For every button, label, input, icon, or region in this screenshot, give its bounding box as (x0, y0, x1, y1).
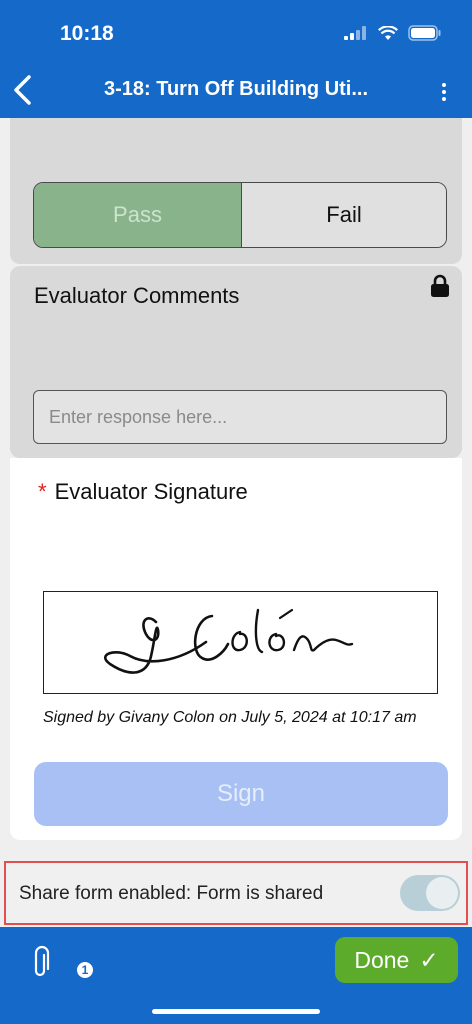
paperclip-icon (34, 945, 50, 977)
fail-option[interactable]: Fail (241, 183, 446, 247)
status-time: 10:18 (60, 22, 114, 45)
comments-title: Evaluator Comments (34, 283, 240, 308)
share-form-row: Share form enabled: Form is shared (4, 861, 468, 925)
signature-title: * Evaluator Signature (38, 479, 248, 505)
sign-button[interactable]: Sign (34, 762, 448, 826)
done-label: Done (354, 946, 410, 973)
attachment-count-badge: 1 (77, 962, 93, 978)
checkmark-icon: ✓ (419, 946, 439, 973)
more-dot-icon (442, 83, 446, 87)
back-button[interactable] (10, 72, 40, 108)
required-marker: * (38, 479, 47, 504)
bottom-toolbar: 1 Done ✓ (0, 927, 472, 1024)
share-form-toggle[interactable] (400, 875, 460, 911)
page-title: 3-18: Turn Off Building Uti... (103, 78, 369, 100)
signature-pad[interactable] (43, 591, 438, 694)
lock-icon (431, 274, 449, 297)
handwritten-signature (103, 608, 354, 674)
more-options-button[interactable] (434, 80, 454, 104)
attachments-button[interactable]: 1 (30, 945, 93, 979)
cellular-signal-icon (344, 26, 366, 40)
home-indicator (152, 1009, 320, 1014)
wifi-icon (378, 25, 398, 40)
signed-by-text: Signed by Givany Colon on July 5, 2024 a… (43, 709, 417, 726)
more-dot-icon (442, 97, 446, 101)
more-dot-icon (442, 90, 446, 94)
pass-option[interactable]: Pass (34, 183, 241, 247)
toggle-knob (426, 877, 458, 909)
status-icons (344, 25, 442, 41)
signature-title-text: Evaluator Signature (54, 479, 248, 504)
battery-icon (408, 25, 441, 41)
comments-input[interactable] (33, 390, 447, 444)
done-button[interactable]: Done ✓ (335, 937, 458, 983)
app-header: 10:18 3-18: Turn Off Building Uti... (0, 0, 472, 118)
share-form-label: Share form enabled: Form is shared (19, 883, 324, 904)
chevron-left-icon (14, 75, 31, 105)
pass-fail-segmented-control[interactable]: Pass Fail (33, 182, 447, 248)
